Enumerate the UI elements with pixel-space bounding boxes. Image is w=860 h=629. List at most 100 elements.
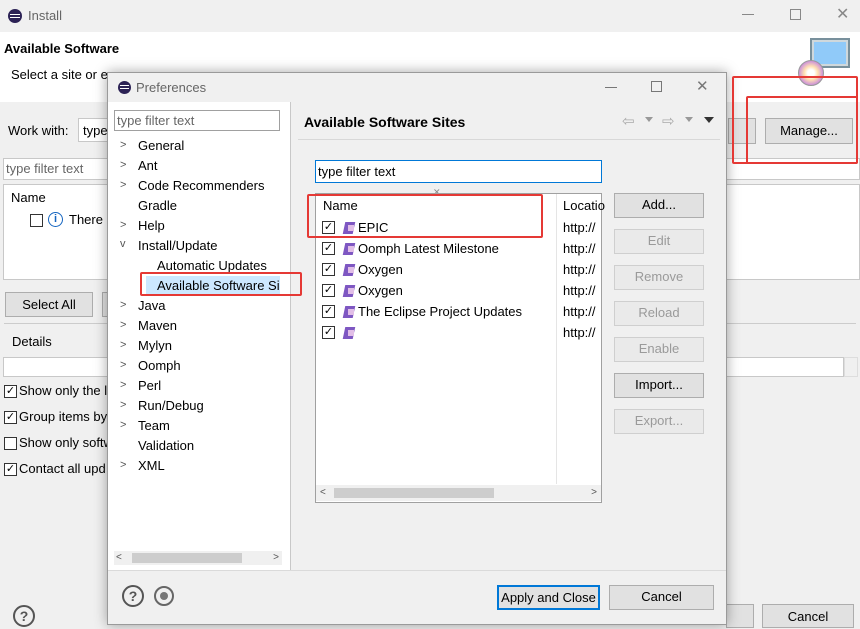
chevron-right-icon[interactable]: >	[120, 159, 126, 171]
install-item-checkbox[interactable]	[30, 214, 43, 227]
select-all-button[interactable]: Select All	[5, 292, 93, 317]
install-finish-button[interactable]	[726, 604, 754, 628]
site-row[interactable]: ✓ The Eclipse Project Updates	[320, 302, 556, 322]
enable-site-button[interactable]: Enable	[614, 337, 704, 362]
install-cancel-button[interactable]: Cancel	[762, 604, 854, 628]
option-label-4: Contact all upd	[19, 461, 106, 476]
info-icon: i	[48, 212, 63, 227]
chevron-down-icon[interactable]: v	[120, 238, 126, 250]
tree-item-automatic-updates[interactable]: Automatic Updates	[157, 258, 267, 273]
site-row[interactable]: ✓ Oxygen	[320, 281, 556, 301]
site-location: http://	[563, 304, 596, 319]
site-location: http://	[563, 325, 596, 340]
prefs-maximize-icon[interactable]	[651, 81, 662, 92]
prefs-filter-placeholder: type filter text	[117, 113, 195, 128]
forward-dropdown-icon[interactable]	[685, 117, 693, 122]
maximize-icon[interactable]	[790, 9, 801, 20]
install-heading: Available Software	[4, 41, 120, 56]
back-dropdown-icon[interactable]	[645, 117, 653, 122]
chevron-right-icon[interactable]: >	[120, 339, 126, 351]
site-checkbox[interactable]: ✓	[322, 305, 335, 318]
add-site-button[interactable]: Add...	[614, 193, 704, 218]
update-site-icon	[342, 263, 356, 277]
chevron-right-icon[interactable]: >	[120, 139, 126, 151]
chevron-right-icon[interactable]: >	[120, 359, 126, 371]
site-checkbox[interactable]: ✓	[322, 326, 335, 339]
tree-item-maven[interactable]: Maven	[138, 318, 177, 333]
edit-site-button[interactable]: Edit	[614, 229, 704, 254]
help-icon[interactable]: ?	[122, 585, 144, 607]
site-location: http://	[563, 262, 596, 277]
update-site-icon	[342, 242, 356, 256]
details-scrollbar[interactable]	[844, 357, 858, 377]
site-row[interactable]: ✓	[320, 323, 556, 343]
sites-hscrollbar[interactable]: < >	[316, 485, 601, 501]
import-sites-button[interactable]: Import...	[614, 373, 704, 398]
forward-arrow-icon[interactable]: ⇨	[662, 112, 675, 130]
import-export-icon[interactable]	[154, 586, 174, 606]
tree-item-perl[interactable]: Perl	[138, 378, 161, 393]
update-site-icon	[342, 284, 356, 298]
reload-site-button[interactable]: Reload	[614, 301, 704, 326]
chevron-right-icon[interactable]: >	[120, 399, 126, 411]
chevron-right-icon[interactable]: >	[120, 179, 126, 191]
tree-item-validation[interactable]: Validation	[138, 438, 194, 453]
prefs-cancel-button[interactable]: Cancel	[609, 585, 714, 610]
option-checkbox-3[interactable]	[4, 437, 17, 450]
chevron-right-icon[interactable]: >	[120, 419, 126, 431]
eclipse-logo-icon	[8, 9, 22, 23]
site-name: Oxygen	[358, 283, 403, 298]
tree-item-java[interactable]: Java	[138, 298, 165, 313]
prefs-tree-panel	[108, 102, 291, 570]
back-arrow-icon[interactable]: ⇦	[622, 112, 635, 130]
tree-item-ant[interactable]: Ant	[138, 158, 158, 173]
install-help-icon[interactable]: ?	[13, 605, 35, 627]
site-checkbox[interactable]: ✓	[322, 263, 335, 276]
tree-item-general[interactable]: General	[138, 138, 184, 153]
chevron-right-icon[interactable]: >	[120, 319, 126, 331]
tree-item-help[interactable]: Help	[138, 218, 165, 233]
prefs-eclipse-logo-icon	[118, 81, 131, 94]
update-site-icon	[342, 326, 356, 340]
install-title: Install	[28, 8, 62, 23]
prefs-minimize-icon[interactable]	[605, 87, 617, 88]
work-with-field[interactable]: type	[78, 118, 110, 142]
tree-item-oomph[interactable]: Oomph	[138, 358, 181, 373]
apply-and-close-button[interactable]: Apply and Close	[497, 585, 600, 610]
tree-item-mylyn[interactable]: Mylyn	[138, 338, 172, 353]
site-name: The Eclipse Project Updates	[358, 304, 523, 319]
site-checkbox[interactable]: ✓	[322, 284, 335, 297]
tree-item-run-debug[interactable]: Run/Debug	[138, 398, 204, 413]
export-sites-button[interactable]: Export...	[614, 409, 704, 434]
highlight-box-manage-inner	[746, 96, 858, 164]
option-checkbox-2[interactable]: ✓	[4, 411, 17, 424]
site-row[interactable]: ✓ Oxygen	[320, 260, 556, 280]
close-icon[interactable]: ✕	[836, 4, 849, 24]
prefs-title: Preferences	[136, 80, 207, 95]
prefs-close-icon[interactable]: ✕	[696, 77, 709, 95]
chevron-right-icon[interactable]: >	[120, 299, 126, 311]
remove-site-button[interactable]: Remove	[614, 265, 704, 290]
site-row[interactable]: ✓ Oomph Latest Milestone	[320, 239, 556, 259]
option-checkbox-1[interactable]: ✓	[4, 385, 17, 398]
chevron-right-icon[interactable]: >	[120, 459, 126, 471]
option-checkbox-4[interactable]: ✓	[4, 463, 17, 476]
site-checkbox[interactable]: ✓	[322, 242, 335, 255]
highlight-box-available-sites	[140, 272, 302, 296]
tree-item-gradle[interactable]: Gradle	[138, 198, 177, 213]
chevron-right-icon[interactable]: >	[120, 219, 126, 231]
details-area	[3, 357, 111, 377]
tree-item-xml[interactable]: XML	[138, 458, 165, 473]
sites-col-location[interactable]: Locatio	[563, 198, 605, 213]
tree-item-install-update[interactable]: Install/Update	[138, 238, 218, 253]
prefs-bottom-separator	[108, 570, 726, 571]
tree-item-team[interactable]: Team	[138, 418, 170, 433]
details-area-right	[726, 357, 844, 377]
chevron-right-icon[interactable]: >	[120, 379, 126, 391]
sites-filter-placeholder: type filter text	[318, 164, 396, 179]
minimize-icon[interactable]	[742, 14, 754, 15]
tree-hscrollbar[interactable]: < >	[114, 551, 282, 565]
tree-item-code-recommenders[interactable]: Code Recommenders	[138, 178, 264, 193]
site-location: http://	[563, 220, 596, 235]
view-menu-icon[interactable]	[704, 117, 714, 123]
